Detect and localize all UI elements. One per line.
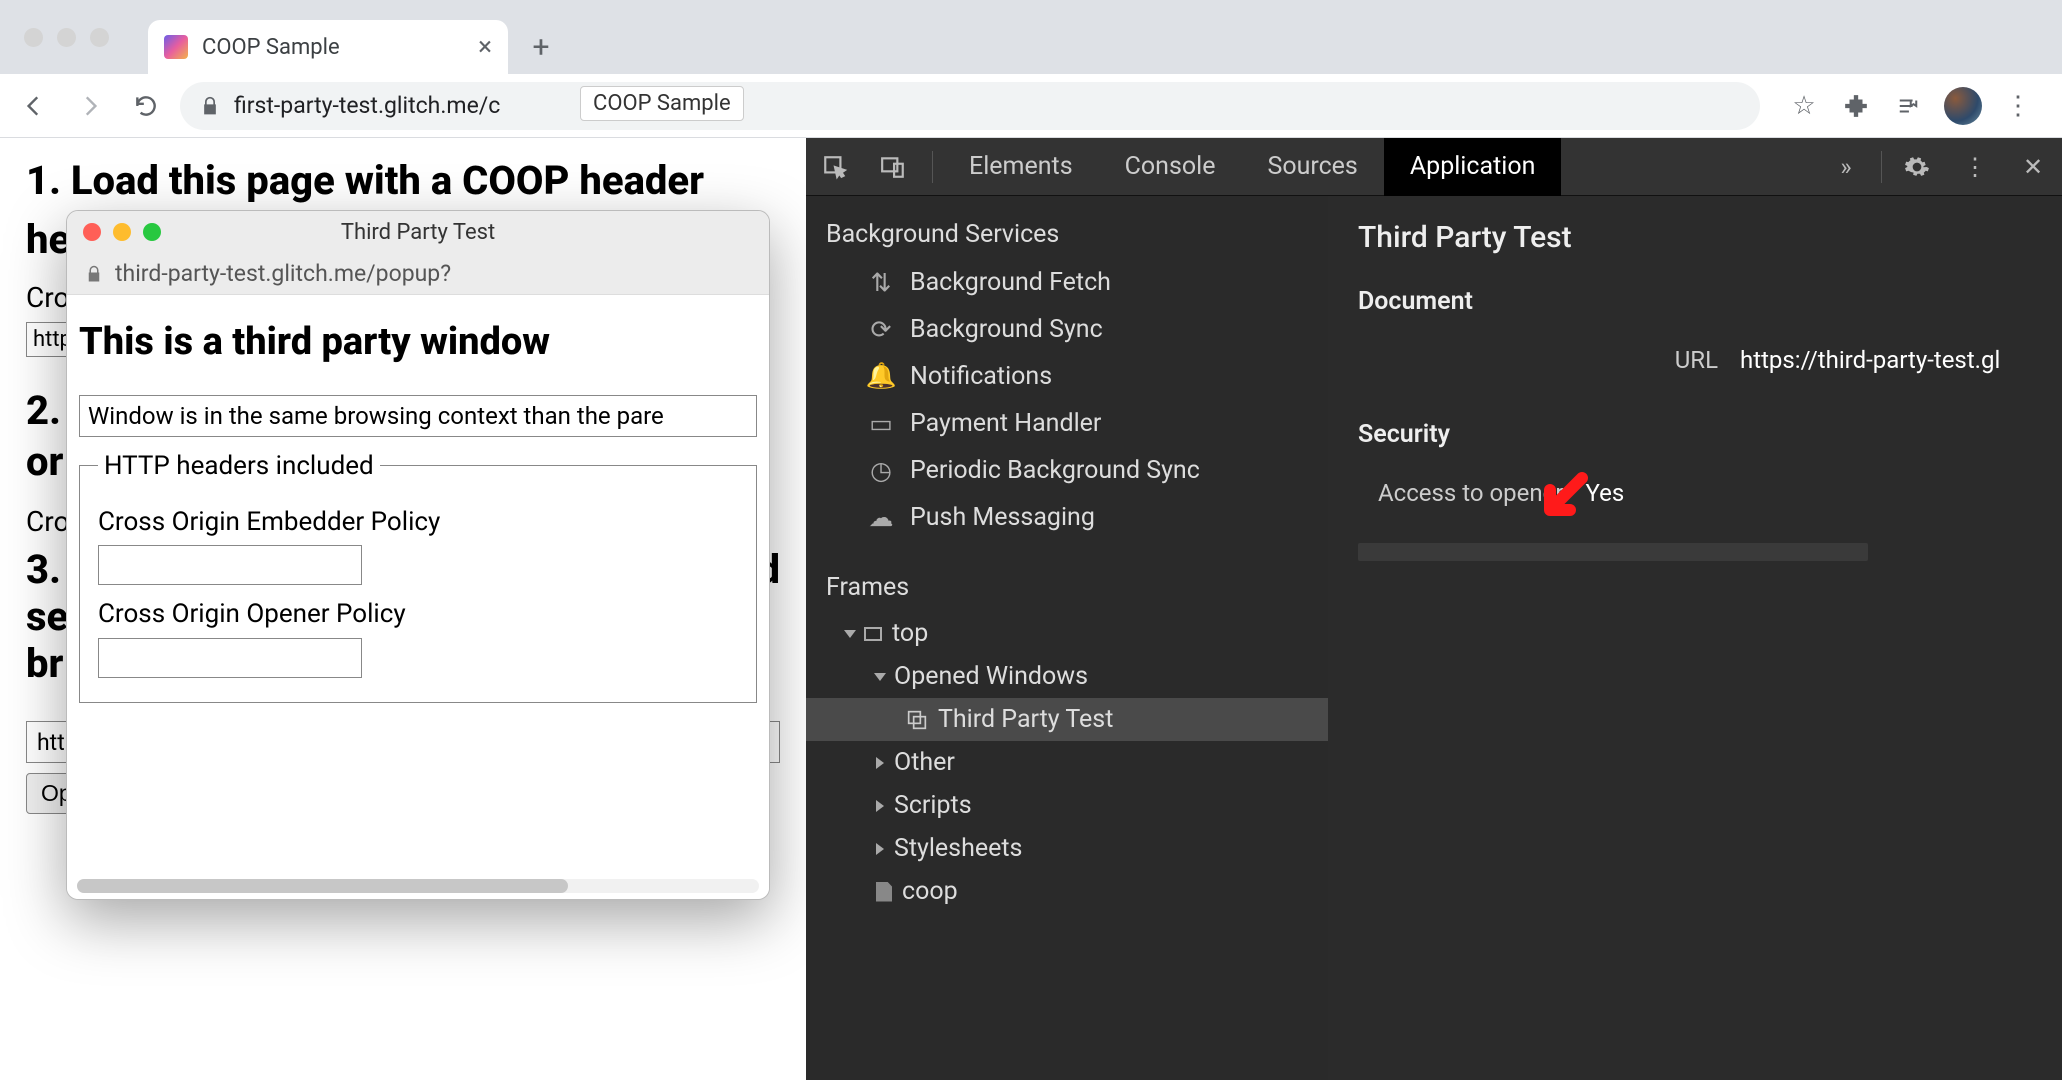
card-icon: ▭ [868, 411, 894, 437]
sidebar-item-payment[interactable]: ▭Payment Handler [806, 400, 1328, 447]
popup-close-icon[interactable] [83, 223, 101, 241]
chevron-right-icon [876, 757, 884, 769]
kv-access: Access to opener Yes [1358, 469, 2032, 517]
more-tabs-icon[interactable]: » [1817, 138, 1875, 196]
traffic-min[interactable] [57, 28, 76, 47]
sidebar-item-bgsync[interactable]: ⟳Background Sync [806, 306, 1328, 353]
forward-button[interactable] [68, 84, 112, 128]
devtools-main: Third Party Test Document URL https://th… [1328, 196, 2062, 1080]
windows-icon [906, 710, 928, 730]
security-heading: Security [1358, 420, 2032, 449]
url-label: URL [1508, 346, 1718, 374]
tab-application[interactable]: Application [1384, 138, 1562, 196]
kv-url: URL https://third-party-test.gl [1358, 336, 2032, 384]
favicon-icon [164, 35, 188, 59]
url-value: https://third-party-test.gl [1740, 346, 2000, 374]
inspect-icon[interactable] [806, 138, 864, 196]
popup-max-icon[interactable] [143, 223, 161, 241]
popup-window: Third Party Test third-party-test.glitch… [66, 210, 770, 900]
spacer-bar [1358, 543, 1868, 561]
url-tooltip: COOP Sample [580, 86, 744, 121]
reload-button[interactable] [124, 84, 168, 128]
frame-coop[interactable]: coop [806, 870, 1328, 913]
popup-titlebar[interactable]: Third Party Test [67, 211, 769, 253]
tab-close-icon[interactable]: × [478, 32, 492, 62]
back-button[interactable] [12, 84, 56, 128]
address-bar[interactable]: first-party-test.glitch.me/c COOP Sample [180, 82, 1760, 130]
cloud-icon: ☁ [868, 505, 894, 531]
tab-console[interactable]: Console [1099, 138, 1242, 196]
star-icon[interactable]: ☆ [1788, 90, 1820, 122]
clock-icon: ◷ [868, 458, 894, 484]
coop-input[interactable] [98, 638, 362, 678]
popup-title: Third Party Test [341, 220, 495, 245]
traffic-max[interactable] [90, 28, 109, 47]
page-heading-1: 1. Load this page with a COOP header [26, 158, 780, 204]
toolbar-actions: ☆ ⋮ [1772, 87, 2050, 125]
chevron-right-icon [876, 800, 884, 812]
document-heading: Document [1358, 287, 2032, 316]
lock-icon [200, 95, 220, 117]
fetch-icon: ⇅ [868, 270, 894, 296]
popup-url-text: third-party-test.glitch.me/popup? [115, 260, 451, 287]
tab-sources[interactable]: Sources [1241, 138, 1383, 196]
popup-min-icon[interactable] [113, 223, 131, 241]
sync-icon: ⟳ [868, 317, 894, 343]
annotation-arrow-icon [1532, 468, 1592, 528]
kebab-icon[interactable]: ⋮ [1946, 138, 2004, 196]
sidebar-item-notifications[interactable]: 🔔Notifications [806, 353, 1328, 400]
file-icon [876, 882, 892, 902]
sidebar-item-push[interactable]: ☁Push Messaging [806, 494, 1328, 541]
reading-list-icon[interactable] [1892, 90, 1924, 122]
popup-body: This is a third party window Window is i… [67, 295, 769, 899]
coop-label: Cross Origin Opener Policy [98, 599, 738, 629]
frame-scripts[interactable]: Scripts [806, 784, 1328, 827]
coep-input[interactable] [98, 545, 362, 585]
tab-elements[interactable]: Elements [943, 138, 1099, 196]
sidebar-item-bgfetch[interactable]: ⇅Background Fetch [806, 259, 1328, 306]
close-devtools-icon[interactable]: ✕ [2004, 138, 2062, 196]
frame-stylesheets[interactable]: Stylesheets [806, 827, 1328, 870]
frame-icon [864, 627, 882, 641]
bell-icon: 🔔 [868, 364, 894, 390]
devtools-tabs: Elements Console Sources Application » ⋮… [806, 138, 2062, 196]
frame-other[interactable]: Other [806, 741, 1328, 784]
headers-legend: HTTP headers included [98, 451, 380, 481]
devtools-sidebar: Background Services ⇅Background Fetch ⟳B… [806, 196, 1328, 1080]
frame-title: Third Party Test [1358, 220, 2032, 255]
page-heading-3a: 3. [26, 546, 61, 593]
traffic-close[interactable] [24, 28, 43, 47]
new-tab-button[interactable]: + [520, 26, 562, 68]
chevron-right-icon [876, 843, 884, 855]
tab-bar: COOP Sample × + [0, 0, 2062, 74]
toolbar: first-party-test.glitch.me/c COOP Sample… [0, 74, 2062, 138]
page-content: 1. Load this page with a COOP header he … [0, 138, 806, 1080]
frames-heading: Frames [806, 563, 1328, 612]
context-message: Window is in the same browsing context t… [79, 395, 757, 437]
sidebar-item-periodic[interactable]: ◷Periodic Background Sync [806, 447, 1328, 494]
chevron-down-icon [844, 630, 856, 638]
coep-label: Cross Origin Embedder Policy [98, 507, 738, 537]
popup-scrollbar[interactable] [77, 879, 759, 893]
browser-tab[interactable]: COOP Sample × [148, 20, 508, 74]
device-toggle-icon[interactable] [864, 138, 922, 196]
frame-third-party-test[interactable]: Third Party Test [806, 698, 1328, 741]
bg-services-heading: Background Services [806, 210, 1328, 259]
url-text: first-party-test.glitch.me/c [234, 92, 500, 119]
popup-addressbar[interactable]: third-party-test.glitch.me/popup? [67, 253, 769, 295]
tab-title: COOP Sample [202, 35, 340, 60]
frame-top[interactable]: top [806, 612, 1328, 655]
window-traffic-lights [24, 28, 109, 47]
frame-opened-windows[interactable]: Opened Windows [806, 655, 1328, 698]
headers-fieldset: HTTP headers included Cross Origin Embed… [79, 451, 757, 703]
lock-icon [85, 264, 103, 284]
popup-heading: This is a third party window [79, 321, 757, 365]
extensions-icon[interactable] [1840, 90, 1872, 122]
gear-icon[interactable] [1888, 138, 1946, 196]
profile-avatar[interactable] [1944, 87, 1982, 125]
chevron-down-icon [874, 673, 886, 681]
devtools: Elements Console Sources Application » ⋮… [806, 138, 2062, 1080]
menu-icon[interactable]: ⋮ [2002, 90, 2034, 122]
